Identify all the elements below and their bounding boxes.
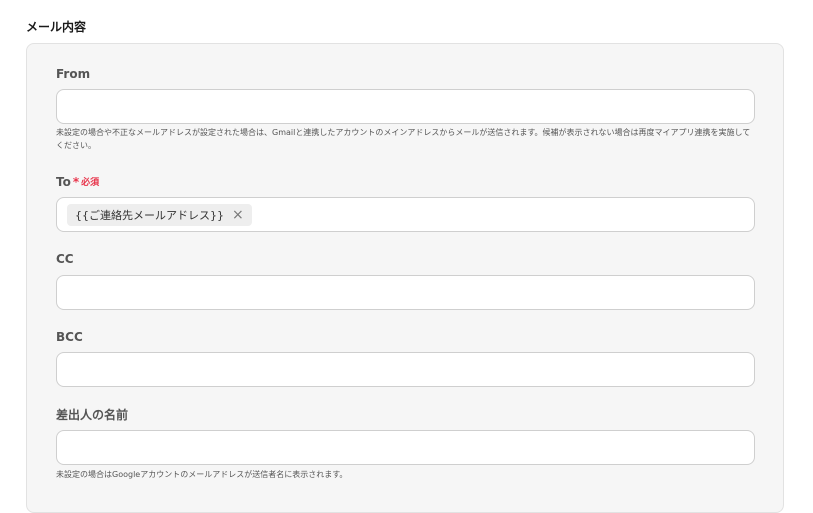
to-label-row: To * 必須 xyxy=(56,174,99,191)
to-tag: {{ご連絡先メールアドレス}} × xyxy=(67,204,252,226)
to-label: To xyxy=(56,175,71,189)
from-label: From xyxy=(56,67,91,81)
to-tag-label: {{ご連絡先メールアドレス}} xyxy=(75,209,224,222)
sender-name-label: 差出人の名前 xyxy=(56,408,129,422)
cc-label: CC xyxy=(56,252,74,266)
close-icon[interactable]: × xyxy=(232,208,244,222)
cc-input[interactable] xyxy=(56,275,755,310)
from-input[interactable] xyxy=(56,89,755,124)
required-asterisk: * xyxy=(72,175,80,189)
sender-name-help-text: 未設定の場合はGoogleアカウントのメールアドレスが送信者名に表示されます。 xyxy=(56,470,348,479)
bcc-label: BCC xyxy=(56,330,83,344)
to-input[interactable]: {{ご連絡先メールアドレス}} × xyxy=(56,197,755,232)
required-text: 必須 xyxy=(81,178,100,188)
from-help-text: 未設定の場合や不正なメールアドレスが設定された場合は、Gmailと連携したアカウ… xyxy=(56,128,751,150)
section-title: メール内容 xyxy=(26,20,87,34)
sender-name-input[interactable] xyxy=(56,430,755,465)
bcc-input[interactable] xyxy=(56,352,755,387)
